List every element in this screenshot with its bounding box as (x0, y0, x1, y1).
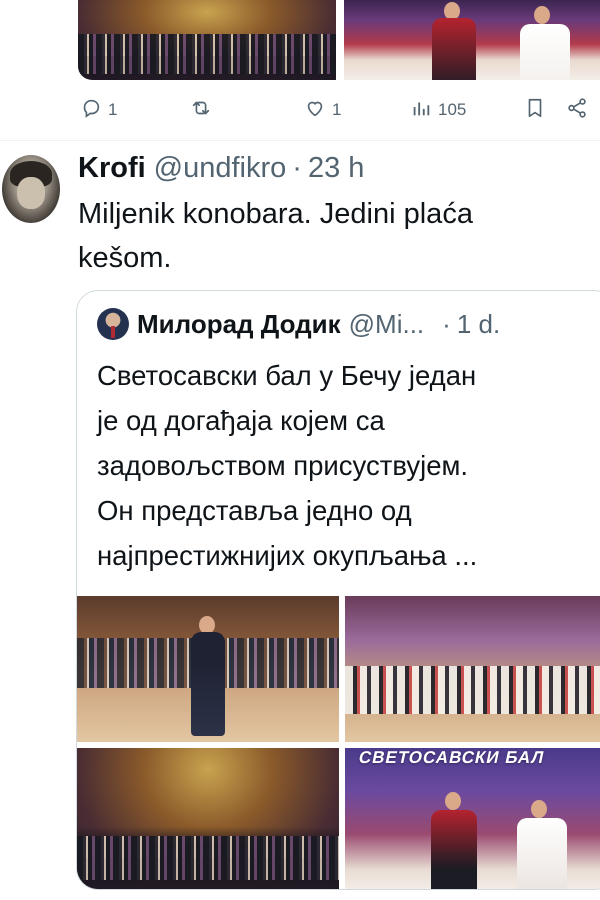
quoted-user-handle: @Mi... (348, 308, 425, 339)
quoted-text-line: задовољством присуствујем. (97, 450, 469, 481)
quoted-text-line: је од догађаја којем са (97, 405, 385, 436)
reply-button[interactable]: 1 (80, 98, 117, 122)
quoted-avatar (97, 308, 129, 340)
reply-count: 1 (108, 100, 118, 119)
folk-costume-couple-photo-2[interactable]: СВЕТОСАВСКИ БАЛ (345, 748, 600, 889)
like-button[interactable]: 1 (304, 98, 341, 122)
ballroom-crowd-photo[interactable] (78, 0, 336, 80)
quoted-display-name: Милорад Додик (137, 308, 341, 339)
share-button[interactable] (566, 97, 588, 124)
quoted-tweet-text: Светосавски бал у Бечу један је од догађ… (97, 353, 597, 578)
separator-dot: · (442, 308, 451, 339)
folk-costume-couple-photo[interactable] (344, 0, 600, 80)
avatar[interactable] (2, 155, 60, 223)
retweet-icon (190, 97, 212, 124)
quoted-tweet-header: Милорад Додик @Mi... · 1 d. (97, 307, 500, 341)
tweet-divider (0, 140, 600, 141)
bookmark-button[interactable] (524, 98, 546, 122)
tweet-text: Miljenik konobara. Jedini plaća kešom. (78, 192, 578, 280)
view-count: 105 (438, 100, 467, 119)
previous-tweet-media (78, 0, 600, 80)
quoted-text-line: најпрестижнијих окупљања ... (97, 540, 478, 571)
views-icon (410, 97, 432, 124)
like-count: 1 (332, 100, 342, 119)
user-handle[interactable]: @undfikro (154, 152, 287, 185)
views-button[interactable]: 105 (410, 98, 466, 122)
tweet-header: Krofi @undfikro · 23 h (78, 152, 364, 188)
display-name[interactable]: Krofi (78, 152, 146, 185)
retweet-button[interactable] (190, 98, 218, 122)
man-walking-ballroom-photo[interactable] (77, 596, 339, 742)
quoted-text-line: Он представља једно од (97, 495, 412, 526)
tweet-action-bar: 1 1 105 (0, 88, 600, 132)
tweet-text-line: kešom. (78, 242, 172, 274)
ballroom-dancers-photo[interactable] (345, 596, 600, 742)
share-icon (566, 97, 588, 124)
tweet-text-line: Miljenik konobara. Jedini plaća (78, 198, 473, 230)
quoted-tweet-card[interactable]: Милорад Додик @Mi... · 1 d. Светосавски … (76, 290, 600, 890)
heart-icon (304, 97, 326, 124)
reply-icon (80, 97, 102, 124)
event-banner-text: СВЕТОСАВСКИ БАЛ (357, 748, 547, 767)
quoted-timestamp: 1 d. (456, 308, 501, 339)
ballroom-crowd-photo-2[interactable] (77, 748, 339, 889)
bookmark-icon (524, 97, 546, 124)
quoted-text-line: Светосавски бал у Бечу један (97, 360, 477, 391)
quoted-tweet-media: СВЕТОСАВСКИ БАЛ (77, 596, 600, 889)
separator-dot: · (292, 152, 302, 184)
tweet-timestamp[interactable]: 23 h (308, 152, 364, 185)
